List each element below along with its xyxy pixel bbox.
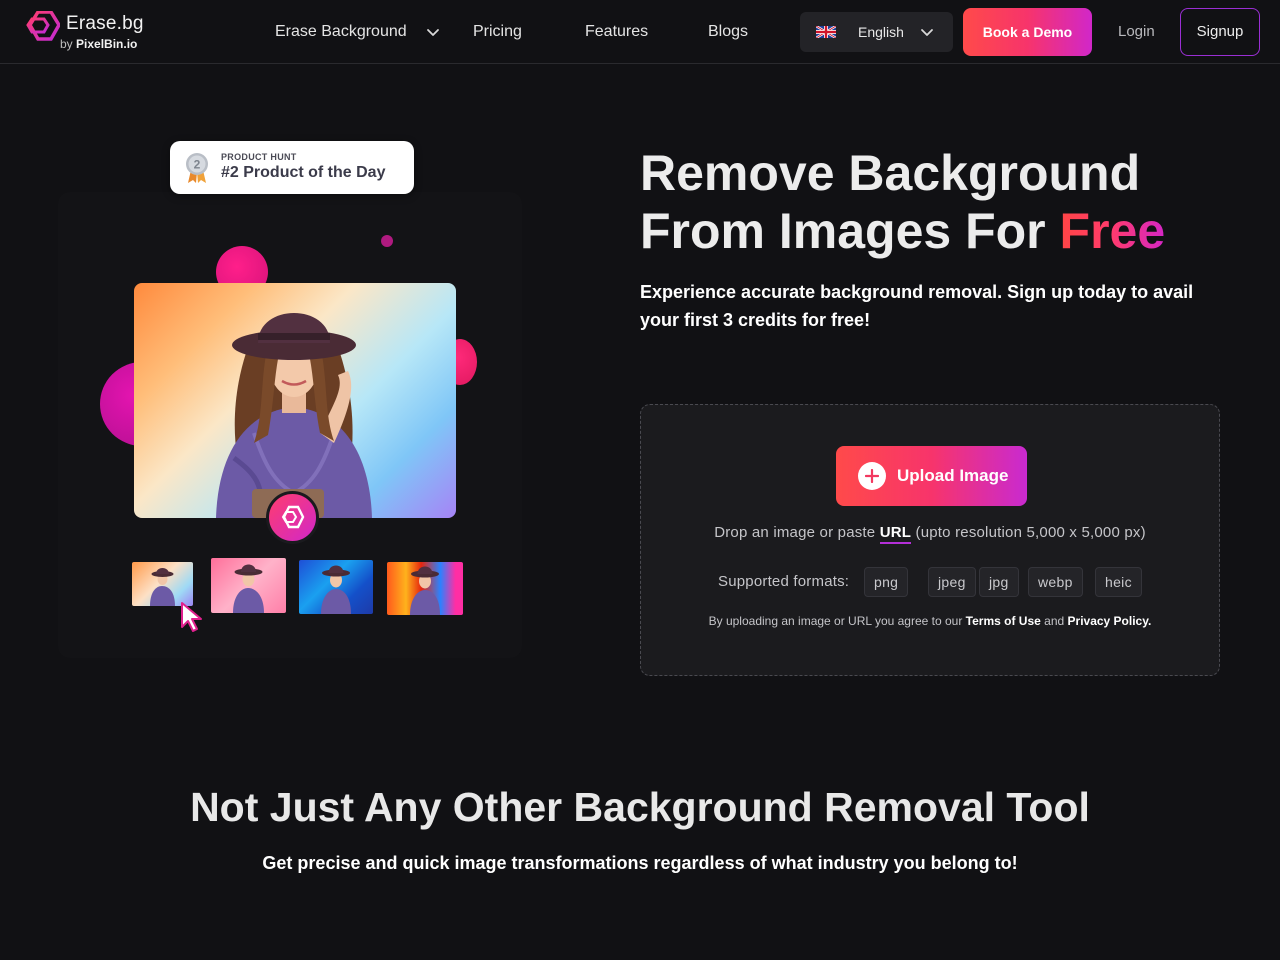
top-navbar: Erase.bg by PixelBin.io Erase Background… — [0, 0, 1280, 64]
hero-title: Remove Background From Images For Free — [640, 144, 1240, 260]
format-chip: jpg — [979, 567, 1019, 597]
drop-prefix: Drop an image or paste — [714, 524, 880, 541]
medal-icon: 2 — [186, 153, 208, 183]
drop-instructions: Drop an image or paste URL (upto resolut… — [641, 523, 1219, 544]
thumbnail-portrait — [150, 568, 175, 606]
erase-bg-app-icon — [266, 491, 319, 544]
thumbnail-portrait — [410, 566, 440, 615]
decorative-dot — [381, 235, 393, 247]
terms-mid: and — [1040, 614, 1068, 628]
chevron-down-icon[interactable] — [426, 25, 440, 39]
upload-image-label: Upload Image — [897, 466, 1009, 485]
upload-dropzone[interactable]: Upload Image Drop an image or paste URL … — [640, 404, 1220, 676]
sample-thumbnail[interactable] — [387, 562, 463, 615]
formats-label: Supported formats: — [718, 573, 850, 590]
hero-title-highlight: Free — [1059, 203, 1166, 259]
product-hunt-badge[interactable]: 2 PRODUCT HUNT #2 Product of the Day — [170, 141, 414, 194]
paste-url-link[interactable]: URL — [879, 524, 912, 544]
section-title: Not Just Any Other Background Removal To… — [190, 784, 1090, 830]
logo-by-prefix: by — [60, 37, 73, 51]
product-hunt-label: PRODUCT HUNT — [221, 152, 297, 162]
drop-suffix: (upto resolution 5,000 x 5,000 px) — [911, 524, 1146, 541]
hero-title-line2: From Images For — [640, 203, 1060, 259]
language-label: English — [858, 24, 904, 40]
erase-bg-logo-icon — [281, 505, 305, 529]
erase-bg-logo[interactable]: Erase.bg by PixelBin.io — [24, 9, 164, 55]
thumbnail-portrait — [233, 564, 264, 613]
sample-thumbnail[interactable] — [211, 558, 286, 613]
format-chip: jpeg — [928, 567, 976, 597]
nav-features[interactable]: Features — [585, 21, 648, 43]
logo-by-brand: PixelBin.io — [76, 37, 138, 51]
language-select[interactable]: English — [800, 12, 953, 52]
nav-blogs[interactable]: Blogs — [708, 21, 748, 43]
privacy-policy-link[interactable]: Privacy Policy. — [1068, 614, 1152, 628]
erase-bg-logo-icon — [26, 11, 60, 41]
sample-thumbnail[interactable] — [299, 560, 373, 614]
terms-prefix: By uploading an image or URL you agree t… — [708, 614, 966, 628]
medal-number: 2 — [194, 158, 201, 172]
nav-pricing[interactable]: Pricing — [473, 21, 522, 43]
plus-icon — [858, 462, 886, 490]
chevron-down-icon — [921, 29, 933, 36]
logo-name: Erase.bg — [66, 13, 144, 34]
hero-title-line1: Remove Background — [640, 145, 1141, 201]
mouse-pointer-icon — [181, 602, 202, 632]
book-demo-button[interactable]: Book a Demo — [963, 8, 1092, 56]
format-chip: png — [864, 567, 909, 597]
terms-of-use-link[interactable]: Terms of Use — [966, 614, 1041, 628]
nav-erase-background[interactable]: Erase Background — [275, 21, 407, 43]
product-of-the-day-label: #2 Product of the Day — [221, 164, 386, 181]
section-subtitle: Get precise and quick image transformati… — [262, 853, 1018, 873]
upload-terms-notice: By uploading an image or URL you agree t… — [641, 613, 1219, 629]
logo-by-line: by PixelBin.io — [60, 37, 137, 51]
format-chip: heic — [1095, 567, 1142, 597]
sample-thumbnail[interactable] — [132, 562, 193, 606]
login-link[interactable]: Login — [1118, 23, 1155, 41]
thumbnail-portrait — [321, 565, 351, 614]
hero-subtitle: Experience accurate background removal. … — [640, 282, 1194, 330]
woman-portrait-illustration — [216, 313, 372, 518]
upload-image-button[interactable]: Upload Image — [836, 446, 1027, 506]
uk-flag-icon — [816, 26, 836, 38]
signup-button[interactable]: Signup — [1180, 8, 1260, 56]
sample-portrait-image — [134, 283, 456, 518]
format-chip: webp — [1028, 567, 1083, 597]
